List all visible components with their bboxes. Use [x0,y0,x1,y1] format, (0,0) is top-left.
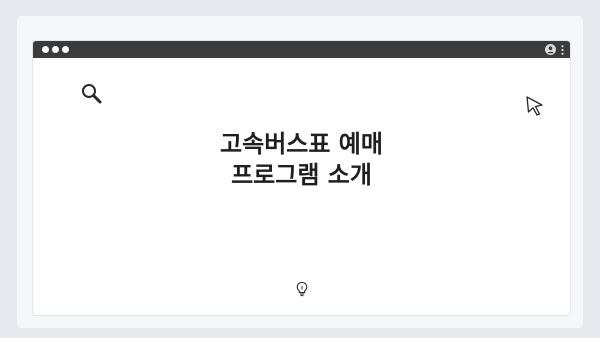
browser-window: 고속버스표 예매 프로그램 소개 [33,41,570,315]
minimize-dot[interactable] [52,46,59,53]
kebab-menu-icon[interactable] [561,45,564,55]
window-titlebar [33,41,570,58]
presentation-stage: 고속버스표 예매 프로그램 소개 [0,0,600,338]
window-controls [42,46,72,53]
user-icon[interactable] [545,44,556,55]
headline-line-2: 프로그램 소개 [231,161,372,189]
maximize-dot[interactable] [62,46,69,53]
close-dot[interactable] [42,46,49,53]
headline-line-1: 고속버스표 예매 [220,130,383,158]
cursor-icon [526,96,543,116]
slide-headline: 고속버스표 예매 프로그램 소개 [33,129,570,191]
lightbulb-icon [296,281,308,297]
search-icon [82,84,102,104]
